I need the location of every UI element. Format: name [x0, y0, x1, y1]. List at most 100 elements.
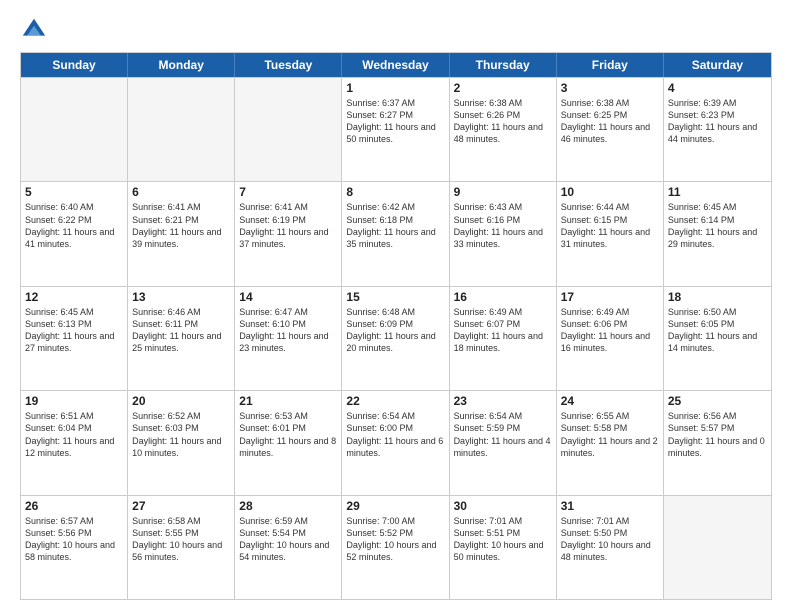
day-info: Sunrise: 6:54 AM Sunset: 5:59 PM Dayligh…	[454, 410, 552, 459]
cal-cell: 16 Sunrise: 6:49 AM Sunset: 6:07 PM Dayli…	[450, 287, 557, 390]
cal-cell: 24 Sunrise: 6:55 AM Sunset: 5:58 PM Dayli…	[557, 391, 664, 494]
cal-cell: 3 Sunrise: 6:38 AM Sunset: 6:25 PM Daylig…	[557, 78, 664, 181]
day-number: 30	[454, 499, 552, 513]
day-info: Sunrise: 6:55 AM Sunset: 5:58 PM Dayligh…	[561, 410, 659, 459]
cal-cell: 26 Sunrise: 6:57 AM Sunset: 5:56 PM Dayli…	[21, 496, 128, 599]
day-number: 6	[132, 185, 230, 199]
day-info: Sunrise: 6:56 AM Sunset: 5:57 PM Dayligh…	[668, 410, 767, 459]
cal-row-1: 5 Sunrise: 6:40 AM Sunset: 6:22 PM Daylig…	[21, 181, 771, 285]
cal-cell: 19Sunrise: 6:51 AM Sunset: 6:04 PM Dayli…	[21, 391, 128, 494]
day-info: Sunrise: 6:43 AM Sunset: 6:16 PM Dayligh…	[454, 201, 552, 250]
cal-cell: 10 Sunrise: 6:44 AM Sunset: 6:15 PM Dayli…	[557, 182, 664, 285]
day-info: Sunrise: 6:40 AM Sunset: 6:22 PM Dayligh…	[25, 201, 123, 250]
day-info: Sunrise: 6:49 AM Sunset: 6:07 PM Dayligh…	[454, 306, 552, 355]
cal-cell: 23Sunrise: 6:54 AM Sunset: 5:59 PM Dayli…	[450, 391, 557, 494]
day-info: Sunrise: 6:45 AM Sunset: 6:13 PM Dayligh…	[25, 306, 123, 355]
day-info: Sunrise: 6:38 AM Sunset: 6:25 PM Dayligh…	[561, 97, 659, 146]
cal-row-2: 12 Sunrise: 6:45 AM Sunset: 6:13 PM Dayli…	[21, 286, 771, 390]
cal-cell: 21 Sunrise: 6:53 AM Sunset: 6:01 PM Dayli…	[235, 391, 342, 494]
cal-cell: 12 Sunrise: 6:45 AM Sunset: 6:13 PM Dayli…	[21, 287, 128, 390]
header-cell-tuesday: Tuesday	[235, 53, 342, 77]
cal-cell: 18 Sunrise: 6:50 AM Sunset: 6:05 PM Dayli…	[664, 287, 771, 390]
day-info: Sunrise: 6:46 AM Sunset: 6:11 PM Dayligh…	[132, 306, 230, 355]
cal-cell	[21, 78, 128, 181]
day-number: 13	[132, 290, 230, 304]
header-cell-monday: Monday	[128, 53, 235, 77]
day-info: Sunrise: 6:41 AM Sunset: 6:19 PM Dayligh…	[239, 201, 337, 250]
day-number: 26	[25, 499, 123, 513]
cal-cell: 7 Sunrise: 6:41 AM Sunset: 6:19 PM Daylig…	[235, 182, 342, 285]
cal-cell: 30 Sunrise: 7:01 AM Sunset: 5:51 PM Dayli…	[450, 496, 557, 599]
day-info: Sunrise: 6:49 AM Sunset: 6:06 PM Dayligh…	[561, 306, 659, 355]
header-cell-sunday: Sunday	[21, 53, 128, 77]
cal-cell	[235, 78, 342, 181]
cal-cell: 27 Sunrise: 6:58 AM Sunset: 5:55 PM Dayli…	[128, 496, 235, 599]
day-info: Sunrise: 7:01 AM Sunset: 5:50 PM Dayligh…	[561, 515, 659, 564]
page: SundayMondayTuesdayWednesdayThursdayFrid…	[0, 0, 792, 612]
cal-cell: 11 Sunrise: 6:45 AM Sunset: 6:14 PM Dayli…	[664, 182, 771, 285]
header	[20, 16, 772, 44]
day-info: Sunrise: 6:44 AM Sunset: 6:15 PM Dayligh…	[561, 201, 659, 250]
cal-row-3: 19Sunrise: 6:51 AM Sunset: 6:04 PM Dayli…	[21, 390, 771, 494]
cal-cell: 22Sunrise: 6:54 AM Sunset: 6:00 PM Dayli…	[342, 391, 449, 494]
calendar-body: 1 Sunrise: 6:37 AM Sunset: 6:27 PM Daylig…	[21, 77, 771, 599]
day-number: 18	[668, 290, 767, 304]
header-cell-thursday: Thursday	[450, 53, 557, 77]
day-number: 8	[346, 185, 444, 199]
day-number: 21	[239, 394, 337, 408]
day-info: Sunrise: 6:53 AM Sunset: 6:01 PM Dayligh…	[239, 410, 337, 459]
day-info: Sunrise: 7:00 AM Sunset: 5:52 PM Dayligh…	[346, 515, 444, 564]
day-number: 27	[132, 499, 230, 513]
day-number: 12	[25, 290, 123, 304]
day-number: 20	[132, 394, 230, 408]
cal-cell	[128, 78, 235, 181]
cal-cell: 13 Sunrise: 6:46 AM Sunset: 6:11 PM Dayli…	[128, 287, 235, 390]
cal-cell: 8 Sunrise: 6:42 AM Sunset: 6:18 PM Daylig…	[342, 182, 449, 285]
day-number: 24	[561, 394, 659, 408]
calendar-header: SundayMondayTuesdayWednesdayThursdayFrid…	[21, 53, 771, 77]
day-info: Sunrise: 6:58 AM Sunset: 5:55 PM Dayligh…	[132, 515, 230, 564]
cal-row-0: 1 Sunrise: 6:37 AM Sunset: 6:27 PM Daylig…	[21, 77, 771, 181]
day-info: Sunrise: 6:50 AM Sunset: 6:05 PM Dayligh…	[668, 306, 767, 355]
day-number: 28	[239, 499, 337, 513]
cal-cell: 5 Sunrise: 6:40 AM Sunset: 6:22 PM Daylig…	[21, 182, 128, 285]
day-number: 22	[346, 394, 444, 408]
day-info: Sunrise: 7:01 AM Sunset: 5:51 PM Dayligh…	[454, 515, 552, 564]
cal-cell: 25 Sunrise: 6:56 AM Sunset: 5:57 PM Dayli…	[664, 391, 771, 494]
logo	[20, 16, 52, 44]
calendar: SundayMondayTuesdayWednesdayThursdayFrid…	[20, 52, 772, 600]
cal-cell: 2Sunrise: 6:38 AM Sunset: 6:26 PM Daylig…	[450, 78, 557, 181]
cal-cell: 31 Sunrise: 7:01 AM Sunset: 5:50 PM Dayli…	[557, 496, 664, 599]
day-number: 17	[561, 290, 659, 304]
cal-cell	[664, 496, 771, 599]
day-info: Sunrise: 6:45 AM Sunset: 6:14 PM Dayligh…	[668, 201, 767, 250]
day-number: 11	[668, 185, 767, 199]
header-cell-saturday: Saturday	[664, 53, 771, 77]
cal-row-4: 26 Sunrise: 6:57 AM Sunset: 5:56 PM Dayli…	[21, 495, 771, 599]
day-info: Sunrise: 6:47 AM Sunset: 6:10 PM Dayligh…	[239, 306, 337, 355]
cal-cell: 20Sunrise: 6:52 AM Sunset: 6:03 PM Dayli…	[128, 391, 235, 494]
logo-icon	[20, 16, 48, 44]
day-number: 14	[239, 290, 337, 304]
day-number: 16	[454, 290, 552, 304]
day-number: 5	[25, 185, 123, 199]
day-number: 31	[561, 499, 659, 513]
day-number: 15	[346, 290, 444, 304]
day-info: Sunrise: 6:51 AM Sunset: 6:04 PM Dayligh…	[25, 410, 123, 459]
day-info: Sunrise: 6:57 AM Sunset: 5:56 PM Dayligh…	[25, 515, 123, 564]
day-info: Sunrise: 6:39 AM Sunset: 6:23 PM Dayligh…	[668, 97, 767, 146]
cal-cell: 4Sunrise: 6:39 AM Sunset: 6:23 PM Daylig…	[664, 78, 771, 181]
day-number: 3	[561, 81, 659, 95]
day-info: Sunrise: 6:42 AM Sunset: 6:18 PM Dayligh…	[346, 201, 444, 250]
day-number: 1	[346, 81, 444, 95]
cal-cell: 28Sunrise: 6:59 AM Sunset: 5:54 PM Dayli…	[235, 496, 342, 599]
cal-cell: 1 Sunrise: 6:37 AM Sunset: 6:27 PM Daylig…	[342, 78, 449, 181]
day-info: Sunrise: 6:38 AM Sunset: 6:26 PM Dayligh…	[454, 97, 552, 146]
day-number: 10	[561, 185, 659, 199]
cal-cell: 9Sunrise: 6:43 AM Sunset: 6:16 PM Daylig…	[450, 182, 557, 285]
day-info: Sunrise: 6:37 AM Sunset: 6:27 PM Dayligh…	[346, 97, 444, 146]
header-cell-wednesday: Wednesday	[342, 53, 449, 77]
day-info: Sunrise: 6:41 AM Sunset: 6:21 PM Dayligh…	[132, 201, 230, 250]
day-number: 7	[239, 185, 337, 199]
day-number: 25	[668, 394, 767, 408]
